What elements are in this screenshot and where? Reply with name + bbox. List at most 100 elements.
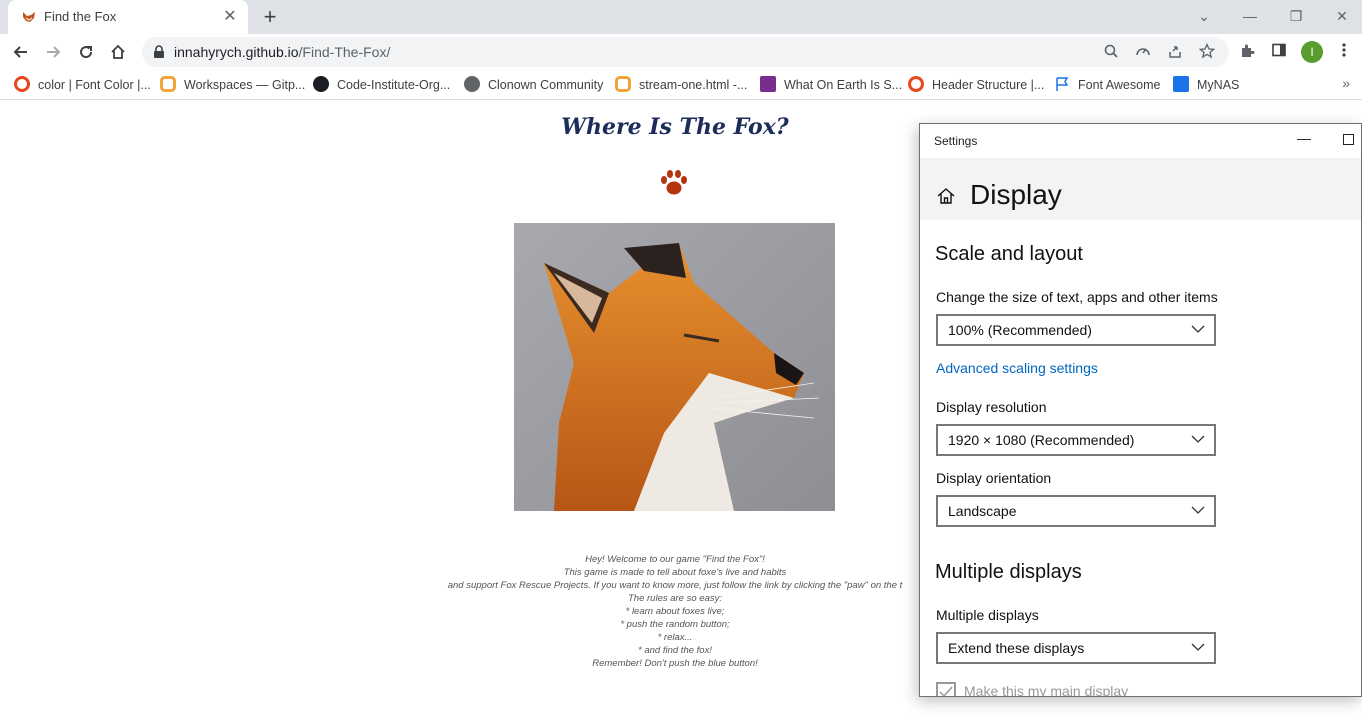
intro-line: * push the random button; <box>620 619 730 630</box>
tab-find-the-fox[interactable]: Find the Fox ✕ <box>8 0 248 34</box>
star-icon <box>1198 42 1216 59</box>
circle-orange-icon <box>908 76 924 92</box>
zoom-icon[interactable] <box>1102 43 1120 61</box>
url-path: /Find-The-Fox/ <box>298 44 391 60</box>
home-button[interactable] <box>105 39 131 65</box>
bookmark-font-awesome[interactable]: Font Awesome <box>1054 75 1160 95</box>
new-tab-button[interactable]: + <box>258 5 282 29</box>
bookmark-label: Clonown Community <box>488 78 604 92</box>
bookmark-color[interactable]: color | Font Color |... <box>14 75 151 95</box>
resolution-value: 1920 × 1080 (Recommended) <box>948 432 1135 448</box>
share-icon[interactable] <box>1166 43 1184 61</box>
chevron-down-icon <box>1191 506 1205 514</box>
bookmark-star-icon[interactable] <box>1198 42 1216 61</box>
gitpod-icon <box>615 76 631 92</box>
tab-close-icon[interactable]: ✕ <box>220 7 240 27</box>
scale-layout-heading: Scale and layout <box>935 243 1083 265</box>
resolution-dropdown[interactable]: 1920 × 1080 (Recommended) <box>936 424 1216 456</box>
bookmark-mynas[interactable]: MyNAS <box>1173 75 1239 95</box>
orientation-label: Display orientation <box>936 470 1052 486</box>
address-bar[interactable]: innahyrych.github.io/Find-The-Fox/ <box>142 37 1229 67</box>
intro-text: Hey! Welcome to our game "Find the Fox"!… <box>420 553 930 670</box>
bookmark-label: Workspaces — Gitp... <box>184 78 306 92</box>
tab-search-icon[interactable]: ⌄ <box>1186 4 1222 28</box>
browser-window: Find the Fox ✕ + ⌄ — ❐ ✕ innahyrych.gith… <box>0 0 1362 714</box>
scale-label: Change the size of text, apps and other … <box>936 289 1218 305</box>
settings-minimize-button[interactable]: — <box>1292 130 1316 150</box>
toolbar: innahyrych.github.io/Find-The-Fox/ I <box>0 34 1362 70</box>
main-display-checkbox[interactable] <box>936 682 956 696</box>
bookmark-label: Code-Institute-Org... <box>337 78 451 92</box>
intro-line: * and find the fox! <box>638 645 712 656</box>
tab-title: Find the Fox <box>44 9 117 24</box>
settings-maximize-button[interactable] <box>1343 134 1354 145</box>
bookmarks-overflow-button[interactable]: » <box>1342 75 1350 91</box>
orientation-value: Landscape <box>948 503 1017 519</box>
reload-button[interactable] <box>73 39 99 65</box>
flag-icon <box>1056 77 1069 91</box>
side-panel-icon[interactable] <box>1269 42 1289 62</box>
bookmark-label: MyNAS <box>1197 78 1240 92</box>
restore-button[interactable]: ❐ <box>1278 4 1314 28</box>
orientation-dropdown[interactable]: Landscape <box>936 495 1216 527</box>
settings-window: Settings — Display Scale and layout Chan… <box>919 123 1362 697</box>
menu-icon[interactable] <box>1334 42 1354 62</box>
bookmark-label: color | Font Color |... <box>38 78 151 92</box>
advanced-scaling-link[interactable]: Advanced scaling settings <box>936 360 1098 376</box>
bookmark-clonown[interactable]: Clonown Community <box>464 75 603 95</box>
bookmark-label: stream-one.html -... <box>639 78 748 92</box>
github-icon <box>313 76 329 92</box>
gitpod-icon <box>160 76 176 92</box>
chevron-down-icon <box>1191 435 1205 443</box>
bookmark-code-institute[interactable]: Code-Institute-Org... <box>313 75 450 95</box>
bookmark-stream-one[interactable]: stream-one.html -... <box>615 75 747 95</box>
page-title: Where Is The Fox? <box>561 114 789 140</box>
scale-value: 100% (Recommended) <box>948 322 1092 338</box>
globe-icon <box>464 76 480 92</box>
multiple-displays-dropdown[interactable]: Extend these displays <box>936 632 1216 664</box>
dsm-icon <box>1173 76 1189 92</box>
bookmark-what-on-earth[interactable]: What On Earth Is S... <box>760 75 902 95</box>
bookmark-header-structure[interactable]: Header Structure |... <box>908 75 1044 95</box>
back-button[interactable] <box>8 39 34 65</box>
bookmark-workspaces[interactable]: Workspaces — Gitp... <box>160 75 305 95</box>
forward-arrow-icon <box>47 46 61 58</box>
close-window-button[interactable]: ✕ <box>1324 4 1360 28</box>
puzzle-icon <box>1242 44 1255 57</box>
intro-line: and support Fox Rescue Projects. If you … <box>447 580 903 591</box>
settings-heading: Display <box>970 179 1062 210</box>
paw-icon[interactable] <box>659 169 689 197</box>
intro-line: This game is made to tell about foxe's l… <box>563 567 787 578</box>
fox-image <box>514 223 835 511</box>
home-icon <box>111 44 125 59</box>
scale-dropdown[interactable]: 100% (Recommended) <box>936 314 1216 346</box>
home-icon[interactable] <box>936 186 956 206</box>
kebab-menu-icon <box>1342 43 1346 57</box>
multiple-displays-value: Extend these displays <box>948 640 1085 656</box>
intro-line: Hey! Welcome to our game "Find the Fox"! <box>585 554 765 565</box>
performance-icon[interactable] <box>1134 43 1152 61</box>
forward-button[interactable] <box>40 39 66 65</box>
share-arrow-icon <box>1169 46 1181 58</box>
multiple-displays-heading: Multiple displays <box>935 561 1082 583</box>
url-text: innahyrych.github.io/Find-The-Fox/ <box>174 44 390 60</box>
hackernoon-icon <box>760 76 776 92</box>
resolution-label: Display resolution <box>936 399 1047 415</box>
extensions-icon[interactable] <box>1237 42 1257 62</box>
main-display-label: Make this my main display <box>964 683 1129 697</box>
intro-line: Remember! Don't push the blue button! <box>592 658 758 669</box>
intro-line: The rules are so easy: <box>628 593 722 604</box>
profile-avatar[interactable]: I <box>1301 41 1323 63</box>
panel-icon <box>1272 43 1286 57</box>
checkmark-icon <box>939 686 953 696</box>
intro-line: * learn about foxes live; <box>625 606 725 617</box>
intro-line: * relax... <box>657 632 693 643</box>
settings-titlebar: Settings — <box>920 124 1361 158</box>
chevron-down-icon <box>1191 325 1205 333</box>
fox-favicon-icon <box>23 12 35 22</box>
minimize-button[interactable]: — <box>1232 4 1268 28</box>
speedometer-icon <box>1136 48 1150 56</box>
reload-icon <box>80 46 93 59</box>
multiple-displays-label: Multiple displays <box>936 607 1039 623</box>
lock-icon <box>154 45 164 58</box>
